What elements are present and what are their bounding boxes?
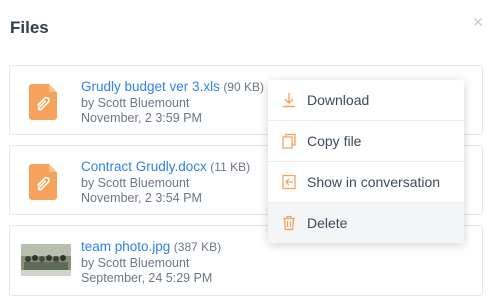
menu-item-delete[interactable]: Delete <box>268 203 464 243</box>
menu-item-label: Delete <box>307 215 348 231</box>
file-size: (11 KB) <box>210 160 251 174</box>
menu-item-label: Download <box>307 92 370 108</box>
attachment-icon <box>29 164 57 200</box>
file-name-link[interactable]: Contract Grudly.docx <box>81 159 207 174</box>
file-date: September, 24 5:29 PM <box>81 271 213 285</box>
photo-thumbnail <box>21 244 71 276</box>
file-context-menu: Download Copy file Show in conversation … <box>268 80 464 243</box>
file-author: by Scott Bluemount <box>81 95 190 110</box>
close-icon[interactable]: ✕ <box>472 14 484 31</box>
panel-title: Files <box>10 18 49 37</box>
file-size: (90 KB) <box>223 80 264 94</box>
file-size: (387 KB) <box>173 240 222 254</box>
menu-item-show-in-conversation[interactable]: Show in conversation <box>268 162 464 203</box>
menu-item-label: Show in conversation <box>307 174 441 190</box>
trash-icon <box>280 214 298 232</box>
file-date: November, 2 3:59 PM <box>81 111 202 125</box>
show-in-conversation-icon <box>280 173 298 191</box>
file-name-link[interactable]: team photo.jpg <box>81 239 170 254</box>
menu-item-copy-file[interactable]: Copy file <box>268 121 464 162</box>
download-icon <box>280 91 298 109</box>
file-author: by Scott Bluemount <box>81 175 190 190</box>
attachment-icon <box>29 84 57 120</box>
menu-item-download[interactable]: Download <box>268 80 464 121</box>
file-author: by Scott Bluemount <box>81 255 190 270</box>
copy-icon <box>280 132 298 150</box>
file-name-link[interactable]: Grudly budget ver 3.xls <box>81 79 220 94</box>
menu-item-label: Copy file <box>307 133 362 149</box>
file-date: November, 2 3:54 PM <box>81 191 202 205</box>
